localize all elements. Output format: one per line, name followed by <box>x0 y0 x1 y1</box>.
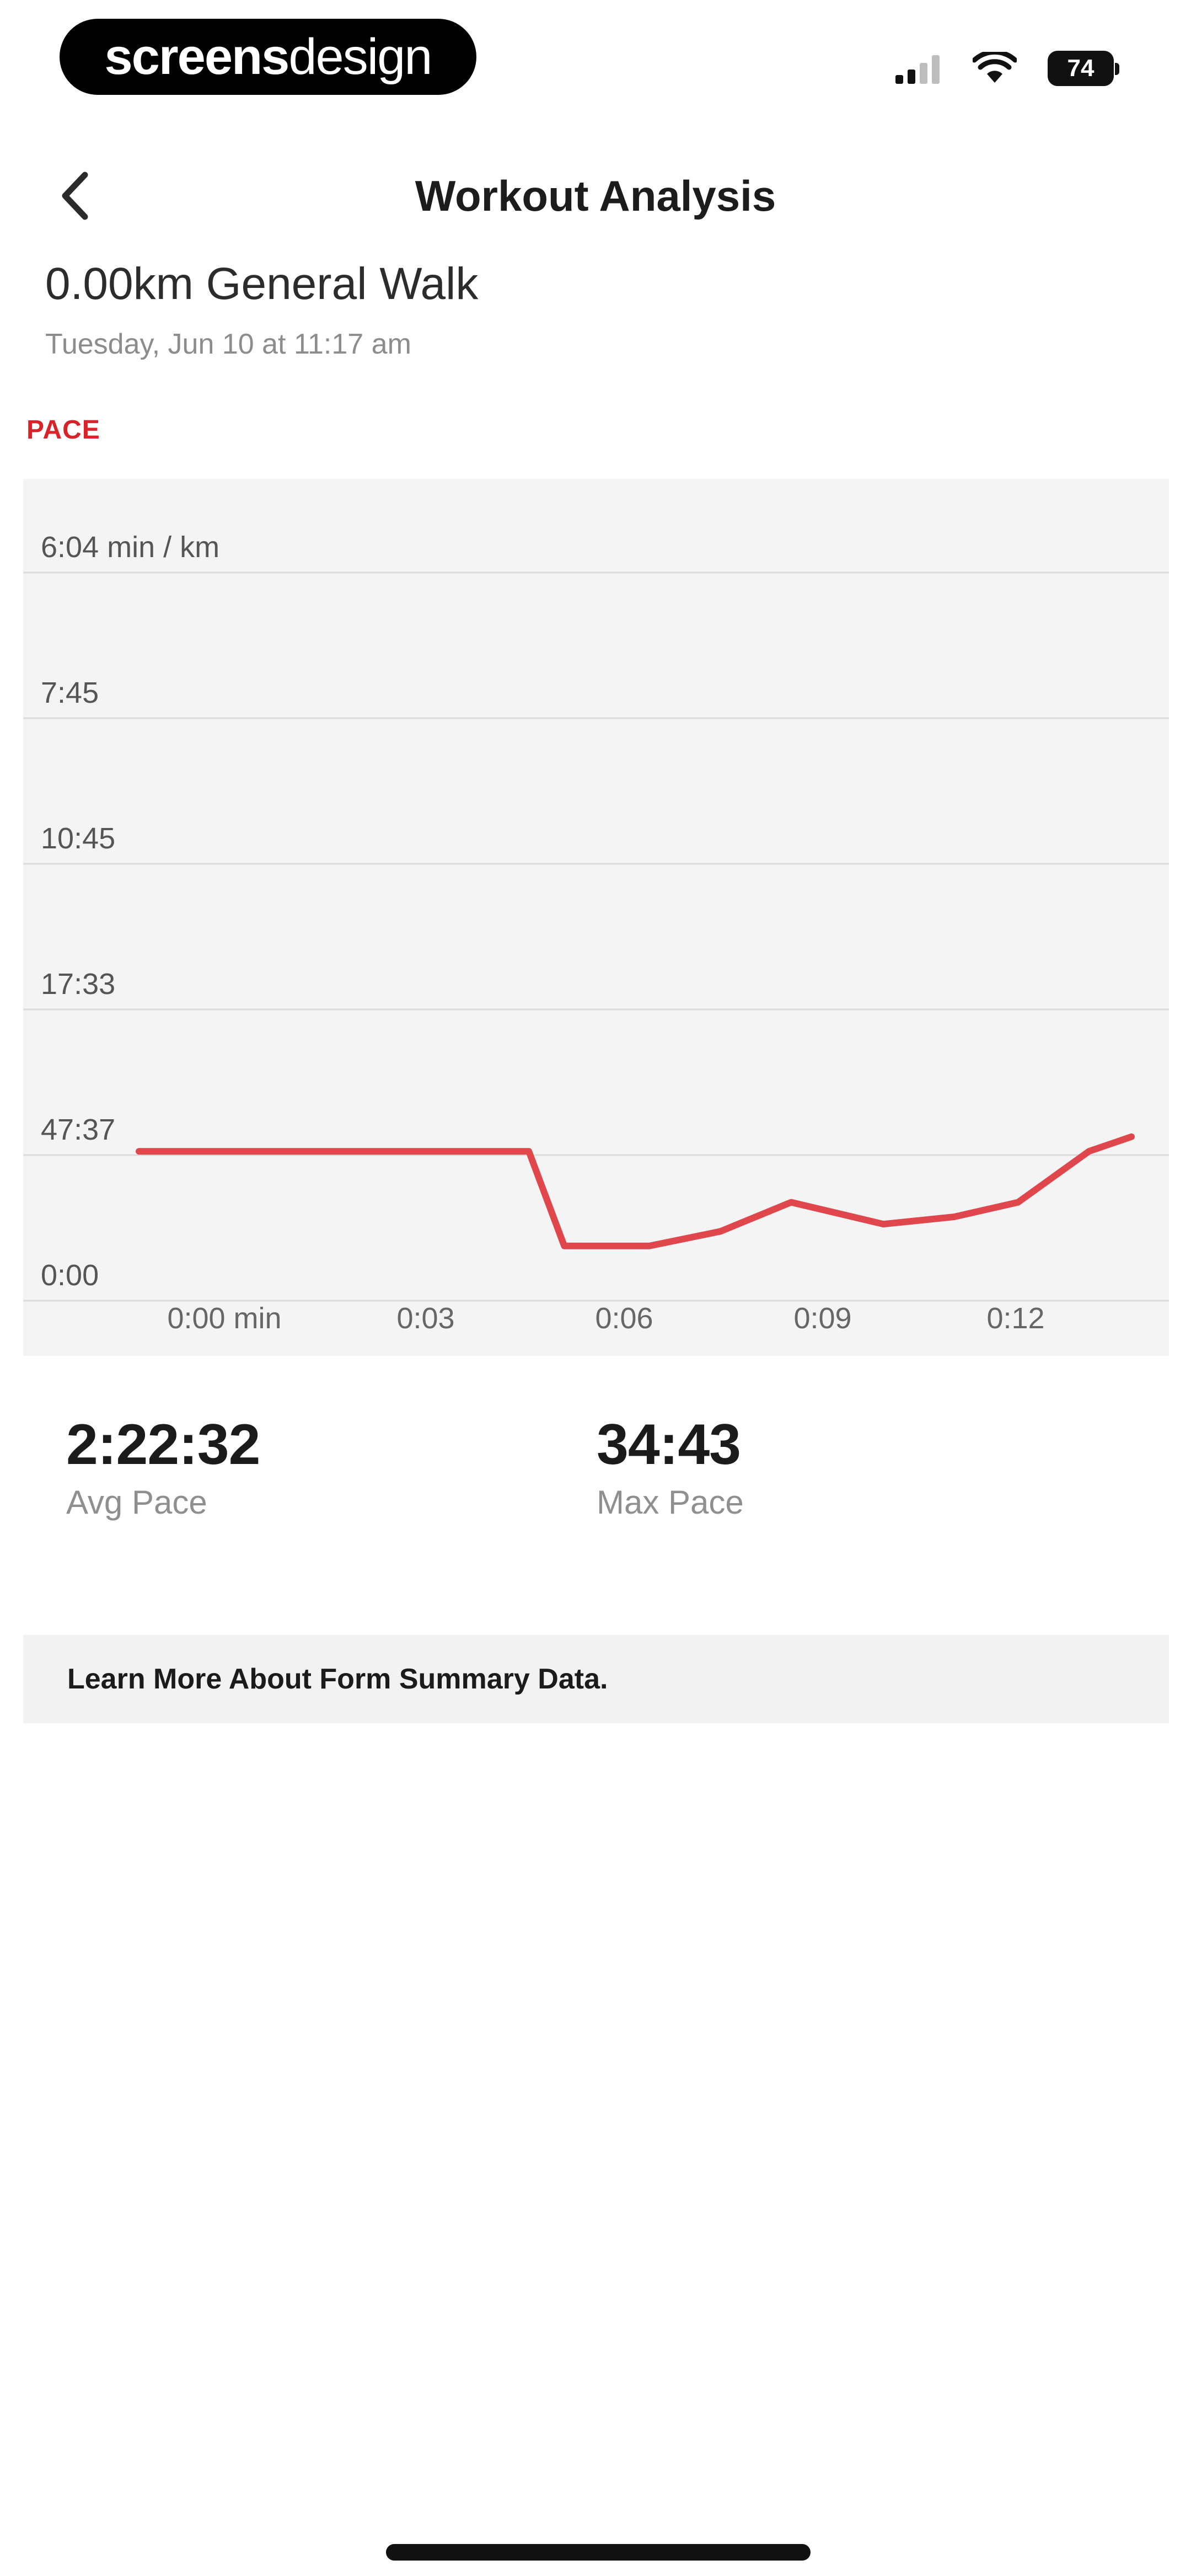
y-tick-label: 17:33 <box>41 968 115 1001</box>
max-pace-label: Max Pace <box>597 1484 744 1521</box>
status-bar: screensdesign 74 <box>0 0 1191 116</box>
brand-logo-text: screensdesign <box>104 28 433 86</box>
x-tick-label: 0:06 <box>595 1302 653 1335</box>
x-tick-label: 0:12 <box>986 1302 1044 1335</box>
status-icons: 74 <box>895 46 1119 90</box>
learn-more-link-label: Learn More About Form Summary Data. <box>67 1663 608 1695</box>
y-tick-label: 10:45 <box>41 822 115 855</box>
pace-series-line <box>136 1133 1135 1249</box>
brand-logo-bold: screens <box>104 28 290 85</box>
battery-level: 74 <box>1067 55 1095 82</box>
workout-date: Tuesday, Jun 10 at 11:17 am <box>45 328 411 360</box>
battery-icon: 74 <box>1048 51 1119 86</box>
pace-chart-svg: 6:04 min / km 7:45 10:45 17:33 47:37 0:00 0:00… <box>23 531 1169 1335</box>
avg-pace-value: 2:22:32 <box>66 1413 260 1477</box>
avg-pace-stat: 2:22:32 Avg Pace <box>66 1412 260 1521</box>
max-pace-stat: 34:43 Max Pace <box>597 1412 744 1521</box>
max-pace-value: 34:43 <box>597 1413 741 1477</box>
y-tick-label: 7:45 <box>41 676 99 709</box>
x-tick-label: 0:00 min <box>167 1302 281 1335</box>
y-tick-label: 6:04 min / km <box>41 531 219 564</box>
wifi-icon <box>973 52 1017 83</box>
workout-name: 0.00km General Walk <box>45 259 479 309</box>
learn-more-link[interactable]: Learn More About Form Summary Data. <box>23 1635 1169 1723</box>
y-tick-label: 47:37 <box>41 1113 115 1146</box>
home-indicator[interactable] <box>386 2544 811 2561</box>
x-tick-label: 0:09 <box>793 1302 851 1335</box>
y-tick-label: 0:00 <box>41 1259 99 1292</box>
section-label-pace: PACE <box>26 415 100 445</box>
page-title: Workout Analysis <box>415 172 776 220</box>
brand-logo: screensdesign <box>60 19 476 95</box>
brand-logo-light: design <box>288 28 432 85</box>
avg-pace-label: Avg Pace <box>66 1484 207 1521</box>
header: Workout Analysis <box>0 154 1191 237</box>
signal-icon <box>895 55 940 84</box>
x-tick-label: 0:03 <box>396 1302 454 1335</box>
pace-chart: 6:04 min / km 7:45 10:45 17:33 47:37 0:00 0:00… <box>23 479 1169 1356</box>
